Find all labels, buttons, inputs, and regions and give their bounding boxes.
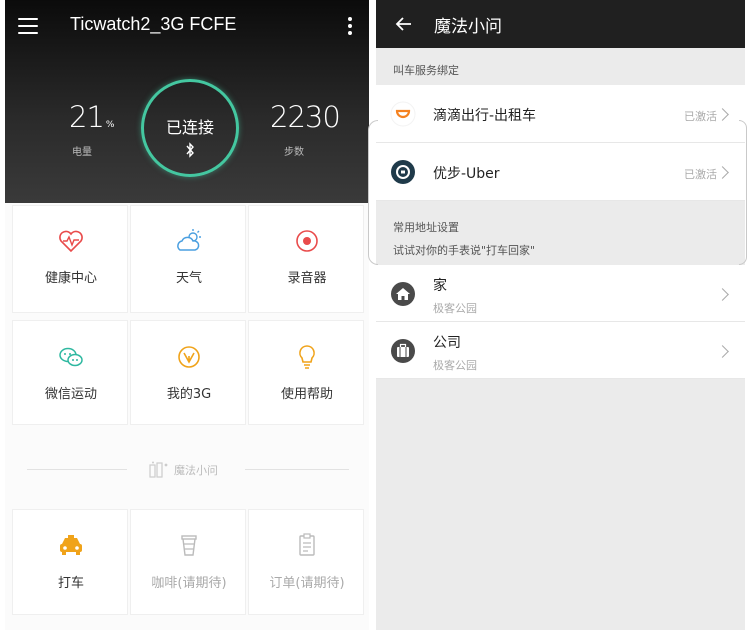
top-app-bar: 魔法小问 [376, 0, 745, 48]
app-label: 天气 [175, 271, 202, 286]
address-voice-hint: 试试对你的手表说"打车回家" [393, 244, 536, 257]
address-name: 家 [433, 278, 447, 294]
app-label: 咖啡(请期待) [151, 576, 227, 591]
address-detail: 极客公园 [433, 302, 477, 315]
battery-value: 21 [69, 100, 105, 134]
service-row-didi[interactable]: 滴滴出行-出租车 已激活 [376, 85, 745, 143]
service-status: 已激活 [684, 110, 717, 123]
service-name: 优步-Uber [433, 166, 500, 182]
chevron-right-icon [716, 108, 729, 121]
battery-stat: 21% [69, 100, 114, 134]
screen-title: 魔法小问 [434, 17, 502, 37]
back-arrow-icon[interactable] [394, 14, 414, 34]
battery-unit: % [105, 120, 115, 130]
app-weather[interactable]: 天气 [130, 205, 246, 313]
section-label: 魔法小问 [174, 464, 218, 477]
wechat-icon [59, 347, 83, 367]
battery-label: 电量 [72, 147, 92, 158]
briefcase-icon [391, 339, 415, 363]
uber-icon [391, 160, 415, 184]
device-edge-curve [368, 120, 378, 265]
menu-icon[interactable] [18, 18, 38, 36]
divider-line [27, 469, 127, 470]
app-label: 订单(请期待) [269, 576, 345, 591]
bluetooth-icon [186, 142, 194, 158]
app-help[interactable]: 使用帮助 [248, 320, 364, 425]
signal-icon [178, 346, 200, 368]
app-recorder[interactable]: 录音器 [248, 205, 364, 313]
app-label: 微信运动 [44, 387, 97, 402]
app-taxi[interactable]: 打车 [12, 509, 128, 615]
app-label: 打车 [57, 576, 84, 591]
lightbulb-icon [299, 345, 315, 369]
section-header-ride-binding: 叫车服务绑定 [393, 64, 459, 77]
app-orders: 订单(请期待) [248, 509, 364, 615]
chevron-right-icon [716, 345, 729, 358]
chevron-right-icon [716, 166, 729, 179]
service-status: 已激活 [684, 168, 717, 181]
service-row-uber[interactable]: 优步-Uber 已激活 [376, 143, 745, 201]
device-edge-curve [739, 120, 747, 265]
didi-icon [390, 101, 416, 127]
steps-value: 2230 [270, 100, 341, 134]
divider-line [245, 469, 349, 470]
coffee-cup-icon [181, 535, 197, 556]
steps-stat: 2230 [270, 100, 341, 134]
cloud-sun-icon [177, 229, 201, 251]
device-title: Ticwatch2_3G FCFE [70, 14, 237, 34]
section-header-addresses: 常用地址设置 [393, 221, 459, 234]
address-detail: 极客公园 [433, 359, 477, 372]
app-label: 使用帮助 [280, 387, 333, 402]
connection-status: 已连接 [165, 118, 214, 137]
chevron-right-icon [716, 288, 729, 301]
magic-ask-section-header: 魔法小问 [148, 460, 238, 480]
more-options-icon[interactable] [345, 17, 355, 39]
magic-ask-screen: 魔法小问 叫车服务绑定 滴滴出行-出租车 已激活 优步-Uber 已激活 常用地… [376, 0, 745, 630]
heart-pulse-icon [59, 230, 83, 253]
watch-app-screen: Ticwatch2_3G FCFE 21% 电量 已连接 2230 步数 健康中… [5, 0, 369, 630]
address-row-company[interactable]: 公司 极客公园 [376, 322, 745, 379]
device-header: Ticwatch2_3G FCFE 21% 电量 已连接 2230 步数 [5, 0, 369, 203]
taxi-icon [60, 535, 82, 555]
app-wechat-sport[interactable]: 微信运动 [12, 320, 128, 425]
app-coffee: 咖啡(请期待) [130, 509, 246, 615]
address-row-home[interactable]: 家 极客公园 [376, 265, 745, 322]
record-icon [296, 230, 318, 252]
app-label: 我的3G [166, 387, 212, 402]
steps-label: 步数 [284, 147, 304, 158]
address-name: 公司 [433, 335, 461, 351]
app-label: 健康中心 [44, 271, 97, 286]
order-list-icon [299, 533, 315, 556]
service-name: 滴滴出行-出租车 [433, 108, 537, 124]
connection-ring[interactable]: 已连接 [141, 79, 239, 177]
app-my-3g[interactable]: 我的3G [130, 320, 246, 425]
app-label: 录音器 [287, 271, 327, 286]
home-icon [391, 282, 415, 306]
app-health[interactable]: 健康中心 [12, 205, 128, 313]
magic-ask-logo-icon [149, 461, 168, 478]
